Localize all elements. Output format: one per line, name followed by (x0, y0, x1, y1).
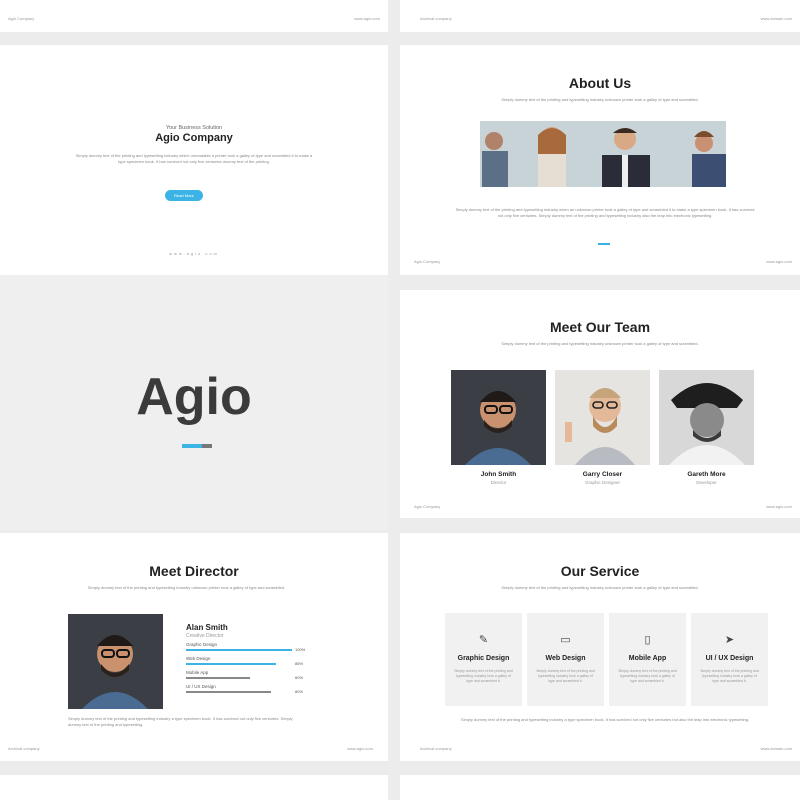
director-role: Creative Director (186, 633, 224, 639)
skill-bar (186, 649, 292, 651)
about-accent-bar (598, 243, 610, 245)
footer-url: www.domain.com (760, 16, 792, 21)
phone-icon: ▯ (644, 634, 651, 646)
slide-bottom-left-partial (0, 775, 388, 800)
about-body: Simply dummy text of the printing and ty… (455, 207, 755, 218)
intro-body: Simply dummy text of the printing and ty… (75, 153, 313, 164)
director-title: Meet Director (149, 563, 239, 579)
footer-company: Archival company (420, 746, 452, 751)
team-photo-garry (555, 370, 650, 465)
skill-percent: 60% (295, 675, 304, 680)
read-more-label: Read More (174, 193, 194, 198)
team-member-role: Graphic Designer (584, 480, 620, 485)
slide-service[interactable]: Our Service Simply dummy text of the pri… (400, 533, 800, 761)
skill-bar (186, 677, 250, 679)
about-title: About Us (568, 75, 632, 91)
read-more-button[interactable]: Read More (165, 190, 203, 201)
footer-url: www.agio.com (766, 259, 792, 264)
slide-top-right-partial: Archival company www.domain.com (400, 0, 800, 32)
team-member-name: Garry Closer (582, 471, 623, 478)
service-subtitle: Simply dummy text of the printing and ty… (501, 585, 699, 590)
team-title: Meet Our Team (549, 319, 651, 335)
service-name: Mobile App (628, 655, 667, 662)
skill-percent: 80% (295, 689, 304, 694)
slide-director[interactable]: Meet Director Simply dummy text of the p… (0, 533, 388, 761)
edit-icon: ✎ (478, 634, 489, 646)
footer-company: Agio Company (414, 259, 441, 264)
team-photo-john (451, 370, 546, 465)
footer-url: www.agio.com (766, 504, 792, 509)
footer-url: www.agio.com (354, 16, 380, 21)
service-body: Simply dummy text of the printing and ty… (460, 717, 750, 722)
skill-percent: 100% (295, 647, 306, 652)
footer-company: Archival company (8, 746, 40, 751)
team-member-role: Director (490, 480, 507, 485)
about-subtitle: Simply dummy text of the printing and ty… (501, 97, 699, 102)
skill-label: Web Design (186, 656, 211, 661)
service-card[interactable]: ✎ Graphic Design Simply dummy text of th… (445, 613, 522, 706)
footer-url: www.agio.com (347, 746, 373, 751)
service-title: Our Service (560, 563, 640, 579)
team-subtitle: Simply dummy text of the printing and ty… (501, 341, 699, 346)
service-name: Web Design (545, 655, 586, 662)
service-name: Graphic Design (457, 655, 510, 662)
intro-url: www.agio.com (169, 251, 219, 256)
slide-cover[interactable]: Agio (0, 275, 388, 530)
slide-intro[interactable]: Your Business Solution Agio Company Simp… (0, 45, 388, 275)
service-text: Simply dummy text of the printing and ty… (618, 669, 677, 683)
footer-company: Agio Company (414, 504, 441, 509)
slide-about[interactable]: About Us Simply dummy text of the printi… (400, 45, 800, 275)
director-photo (68, 614, 163, 709)
cover-accent-bar (182, 444, 212, 448)
skill-percent: 85% (295, 661, 304, 666)
slide-team[interactable]: Meet Our Team Simply dummy text of the p… (400, 290, 800, 518)
service-card[interactable]: ▯ Mobile App Simply dummy text of the pr… (609, 613, 686, 706)
service-card[interactable]: ➤ UI / UX Design Simply dummy text of th… (691, 613, 768, 706)
intro-kicker: Your Business Solution (165, 125, 223, 131)
slide-top-left-partial: Agio Company www.agio.com (0, 0, 388, 32)
skill-label: Graphic Design (186, 642, 218, 647)
slide-bottom-right-partial (400, 775, 800, 800)
team-member-role: Developer (696, 480, 717, 485)
service-text: Simply dummy text of the printing and ty… (536, 669, 595, 683)
team-photo-gareth (659, 370, 754, 465)
service-text: Simply dummy text of the printing and ty… (454, 669, 513, 683)
about-group-photo (480, 121, 726, 187)
team-member-name: Gareth More (687, 471, 726, 478)
cover-title: Agio (136, 368, 252, 426)
skill-bar (186, 691, 271, 693)
skill-bar (186, 663, 277, 665)
director-name: Alan Smith (186, 623, 228, 632)
team-member-name: John Smith (480, 471, 517, 478)
footer-company: Archival company (420, 16, 452, 21)
intro-title: Agio Company (155, 132, 233, 144)
service-text: Simply dummy text of the printing and ty… (700, 669, 759, 683)
director-body: Simply dummy text of the printing and ty… (68, 716, 293, 727)
director-subtitle: Simply dummy text of the printing and ty… (87, 585, 286, 590)
monitor-icon: ▭ (560, 634, 571, 646)
paper-plane-icon: ➤ (724, 634, 735, 646)
skill-label: UI / UX Design (186, 684, 216, 689)
footer-company: Agio Company (8, 16, 35, 21)
service-name: UI / UX Design (705, 655, 754, 662)
skill-label: Mobile App (186, 670, 209, 675)
footer-url: www.domain.com (760, 746, 792, 751)
service-card[interactable]: ▭ Web Design Simply dummy text of the pr… (527, 613, 604, 706)
